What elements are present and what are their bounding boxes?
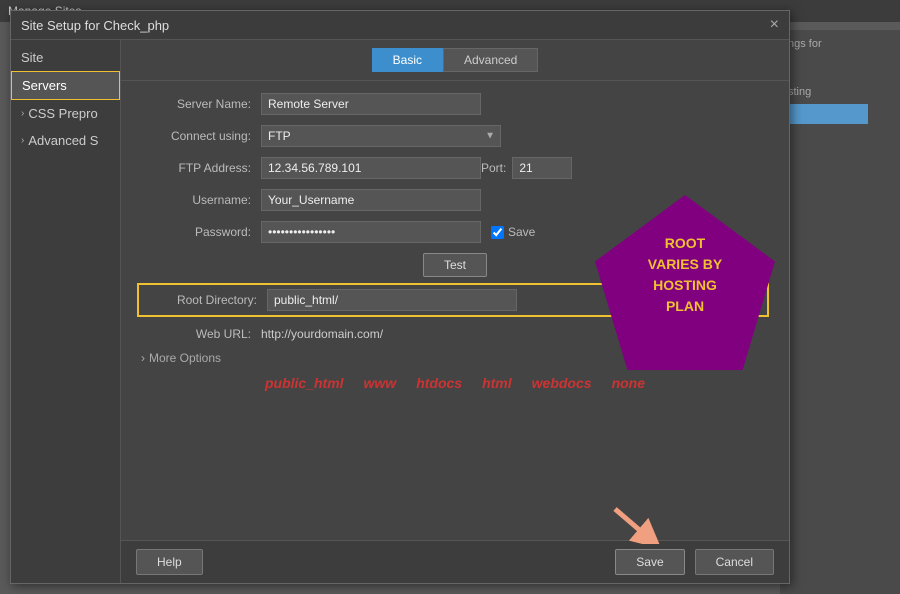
save-checkbox-text: Save (508, 225, 535, 239)
callout-container: RootVaries byhostingplan (595, 195, 775, 370)
sidebar-item-css-label: CSS Prepro (28, 106, 97, 121)
pentagon-shape: RootVaries byhostingplan (595, 195, 775, 370)
tabs-row: Basic Advanced (121, 40, 789, 81)
chevron-icon-css: › (21, 108, 24, 119)
dir-option-none: none (612, 375, 645, 391)
port-label: Port: (481, 161, 506, 175)
dialog-titlebar: Site Setup for Check_php × (11, 11, 789, 40)
username-label: Username: (141, 193, 251, 207)
save-checkbox[interactable] (491, 226, 504, 239)
server-name-input[interactable] (261, 93, 481, 115)
ftp-address-row: FTP Address: Port: (141, 157, 769, 179)
tab-advanced[interactable]: Advanced (443, 48, 538, 72)
right-panel-label2: sting (788, 86, 892, 98)
right-panel-label1: ngs for (788, 38, 892, 50)
dir-option-html: html (482, 375, 512, 391)
dialog-footer: Help Save (121, 540, 789, 583)
close-button[interactable]: × (770, 17, 779, 33)
sidebar-item-advanced[interactable]: › Advanced S (11, 127, 120, 154)
save-group: Save (491, 225, 535, 239)
sidebar-item-site[interactable]: Site (11, 44, 120, 71)
sidebar-item-advanced-label: Advanced S (28, 133, 98, 148)
dir-option-webdocs: webdocs (532, 375, 592, 391)
connect-using-label: Connect using: (141, 129, 251, 143)
password-label: Password: (141, 225, 251, 239)
dir-options-row: public_html www htdocs html webdocs none (141, 375, 769, 391)
help-button[interactable]: Help (136, 549, 203, 575)
dir-option-htdocs: htdocs (416, 375, 462, 391)
save-btn-container: Save (615, 549, 684, 575)
sidebar-item-servers[interactable]: Servers (11, 71, 120, 100)
port-input[interactable] (512, 157, 572, 179)
sidebar-item-servers-label: Servers (22, 78, 67, 93)
ftp-address-input[interactable] (261, 157, 481, 179)
more-options-label: More Options (149, 351, 221, 365)
root-dir-label: Root Directory: (147, 293, 257, 307)
test-button[interactable]: Test (423, 253, 487, 277)
connect-using-row: Connect using: FTP SFTP FTP over SSL/TLS (141, 125, 769, 147)
server-name-label: Server Name: (141, 97, 251, 111)
root-dir-input[interactable] (267, 289, 517, 311)
callout-text: RootVaries byhostingplan (633, 203, 737, 362)
web-url-label: Web URL: (141, 327, 251, 341)
server-name-row: Server Name: (141, 93, 769, 115)
cancel-button[interactable]: Cancel (695, 549, 774, 575)
sidebar-item-site-label: Site (21, 50, 43, 65)
tab-basic[interactable]: Basic (372, 48, 443, 72)
dir-option-public-html: public_html (265, 375, 344, 391)
right-panel-bar (788, 104, 868, 124)
more-options-chevron: › (141, 351, 145, 365)
sidebar-item-css[interactable]: › CSS Prepro (11, 100, 120, 127)
save-checkbox-label[interactable]: Save (491, 225, 535, 239)
ftp-address-label: FTP Address: (141, 161, 251, 175)
dialog-title: Site Setup for Check_php (21, 18, 169, 33)
dir-option-www: www (364, 375, 397, 391)
username-input[interactable] (261, 189, 481, 211)
save-button[interactable]: Save (615, 549, 684, 575)
footer-action-buttons: Save Cancel (615, 549, 774, 575)
connect-using-select[interactable]: FTP SFTP FTP over SSL/TLS (261, 125, 501, 147)
sidebar: Site Servers › CSS Prepro › Advanced S (11, 40, 121, 583)
connect-using-wrapper: FTP SFTP FTP over SSL/TLS (261, 125, 501, 147)
chevron-icon-adv: › (21, 135, 24, 146)
web-url-value: http://yourdomain.com/ (261, 327, 383, 341)
port-group: Port: (481, 157, 572, 179)
arrow-icon (605, 504, 665, 544)
password-input[interactable] (261, 221, 481, 243)
right-panel: ngs for sting (780, 30, 900, 594)
